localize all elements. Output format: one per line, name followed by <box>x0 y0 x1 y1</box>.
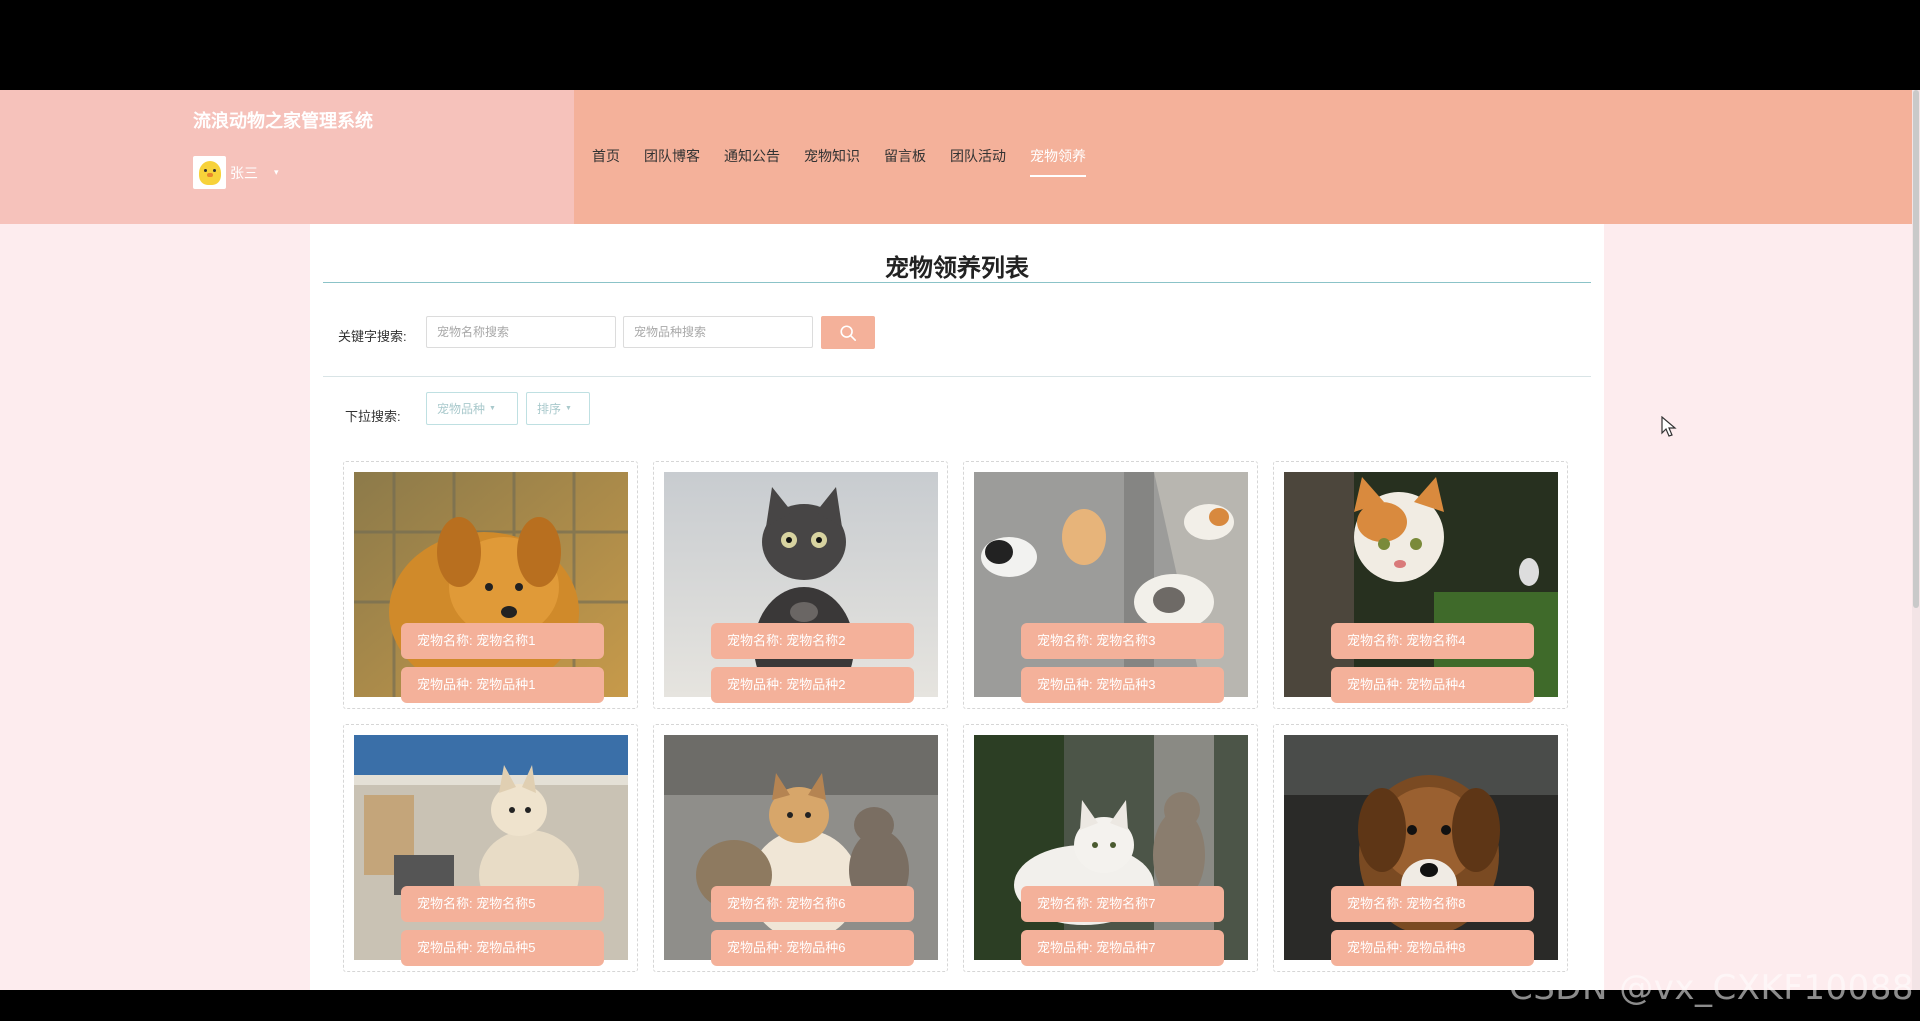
pet-card[interactable]: 宠物名称: 宠物名称4 宠物品种: 宠物品种4 <box>1273 461 1568 709</box>
pet-kind-dropdown[interactable]: 宠物品种 ▼ <box>426 392 518 425</box>
site-title: 流浪动物之家管理系统 <box>193 111 373 131</box>
caret-down-icon: ▼ <box>565 405 572 412</box>
nav-message-board[interactable]: 留言板 <box>884 146 926 166</box>
pet-photo[interactable] <box>1284 735 1558 960</box>
pet-kind-label: 宠物品种: 宠物品种5 <box>401 930 604 966</box>
header-brand-panel: 流浪动物之家管理系统 张三 ▾ <box>0 90 574 224</box>
browser-viewport: 流浪动物之家管理系统 张三 ▾ 首页 团队博客 通知公告 宠物知识 留言板 团队… <box>0 90 1920 990</box>
page-scrollbar[interactable] <box>1912 90 1920 990</box>
pet-card[interactable]: 宠物名称: 宠物名称7 宠物品种: 宠物品种7 <box>963 724 1258 972</box>
pet-card[interactable]: 宠物名称: 宠物名称8 宠物品种: 宠物品种8 <box>1273 724 1568 972</box>
search-button[interactable] <box>821 316 875 349</box>
pet-name-label: 宠物名称: 宠物名称1 <box>401 623 604 659</box>
pet-photo[interactable] <box>974 735 1248 960</box>
pet-kind-search-input[interactable] <box>623 316 813 348</box>
pet-card[interactable]: 宠物名称: 宠物名称1 宠物品种: 宠物品种1 <box>343 461 638 709</box>
pet-card[interactable]: 宠物名称: 宠物名称3 宠物品种: 宠物品种3 <box>963 461 1258 709</box>
pet-name-search-input[interactable] <box>426 316 616 348</box>
pet-photo[interactable] <box>354 735 628 960</box>
pet-card[interactable]: 宠物名称: 宠物名称2 宠物品种: 宠物品种2 <box>653 461 948 709</box>
pet-name-label: 宠物名称: 宠物名称6 <box>711 886 914 922</box>
pet-kind-dropdown-label: 宠物品种 <box>437 402 486 416</box>
nav-pet-adoption[interactable]: 宠物领养 <box>1030 146 1086 177</box>
pet-name-label: 宠物名称: 宠物名称4 <box>1331 623 1534 659</box>
dropdown-search-label: 下拉搜索: <box>345 409 401 424</box>
pet-name-label: 宠物名称: 宠物名称8 <box>1331 886 1534 922</box>
pet-card[interactable]: 宠物名称: 宠物名称5 宠物品种: 宠物品种5 <box>343 724 638 972</box>
page-title: 宠物领养列表 <box>885 255 1029 282</box>
pet-kind-label: 宠物品种: 宠物品种3 <box>1021 667 1224 703</box>
watermark-text: CSDN @vx_CXKF10088 <box>1508 968 1914 1008</box>
nav-team-blog[interactable]: 团队博客 <box>644 146 700 166</box>
mouse-cursor-icon <box>1661 416 1677 437</box>
search-icon <box>840 324 857 341</box>
nav-pet-knowledge[interactable]: 宠物知识 <box>804 146 860 166</box>
sort-dropdown-label: 排序 <box>537 402 562 416</box>
pet-name-label: 宠物名称: 宠物名称2 <box>711 623 914 659</box>
pet-kind-label: 宠物品种: 宠物品种6 <box>711 930 914 966</box>
main-content: 宠物领养列表 关键字搜索: 下拉搜索: 宠物品种 ▼ 排序 ▼ <box>310 224 1604 990</box>
pet-name-label: 宠物名称: 宠物名称7 <box>1021 886 1224 922</box>
caret-down-icon: ▼ <box>489 405 496 412</box>
pet-photo[interactable] <box>974 472 1248 697</box>
pet-kind-label: 宠物品种: 宠物品种1 <box>401 667 604 703</box>
pet-card[interactable]: 宠物名称: 宠物名称6 宠物品种: 宠物品种6 <box>653 724 948 972</box>
avatar <box>193 156 226 189</box>
nav-team-activities[interactable]: 团队活动 <box>950 146 1006 166</box>
title-underline <box>323 282 1591 283</box>
scrollbar-thumb[interactable] <box>1913 90 1919 608</box>
sort-dropdown[interactable]: 排序 ▼ <box>526 392 590 425</box>
pet-name-label: 宠物名称: 宠物名称5 <box>401 886 604 922</box>
section-divider <box>323 376 1591 377</box>
pet-photo[interactable] <box>354 472 628 697</box>
site-header: 流浪动物之家管理系统 张三 ▾ 首页 团队博客 通知公告 宠物知识 留言板 团队… <box>0 90 1912 224</box>
caret-down-icon[interactable]: ▾ <box>274 167 279 178</box>
pet-name-label: 宠物名称: 宠物名称3 <box>1021 623 1224 659</box>
pet-photo[interactable] <box>664 735 938 960</box>
pet-kind-label: 宠物品种: 宠物品种7 <box>1021 930 1224 966</box>
pet-kind-label: 宠物品种: 宠物品种2 <box>711 667 914 703</box>
nav-home[interactable]: 首页 <box>592 146 620 166</box>
pet-photo[interactable] <box>1284 472 1558 697</box>
nav-notices[interactable]: 通知公告 <box>724 146 780 166</box>
user-menu[interactable]: 张三 ▾ <box>193 156 279 189</box>
screen-top-bar <box>0 0 1920 90</box>
pet-kind-label: 宠物品种: 宠物品种8 <box>1331 930 1534 966</box>
pet-kind-label: 宠物品种: 宠物品种4 <box>1331 667 1534 703</box>
main-nav: 首页 团队博客 通知公告 宠物知识 留言板 团队活动 宠物领养 <box>592 146 1110 177</box>
user-name: 张三 <box>230 164 258 181</box>
pet-photo[interactable] <box>664 472 938 697</box>
keyword-search-label: 关键字搜索: <box>338 329 407 344</box>
